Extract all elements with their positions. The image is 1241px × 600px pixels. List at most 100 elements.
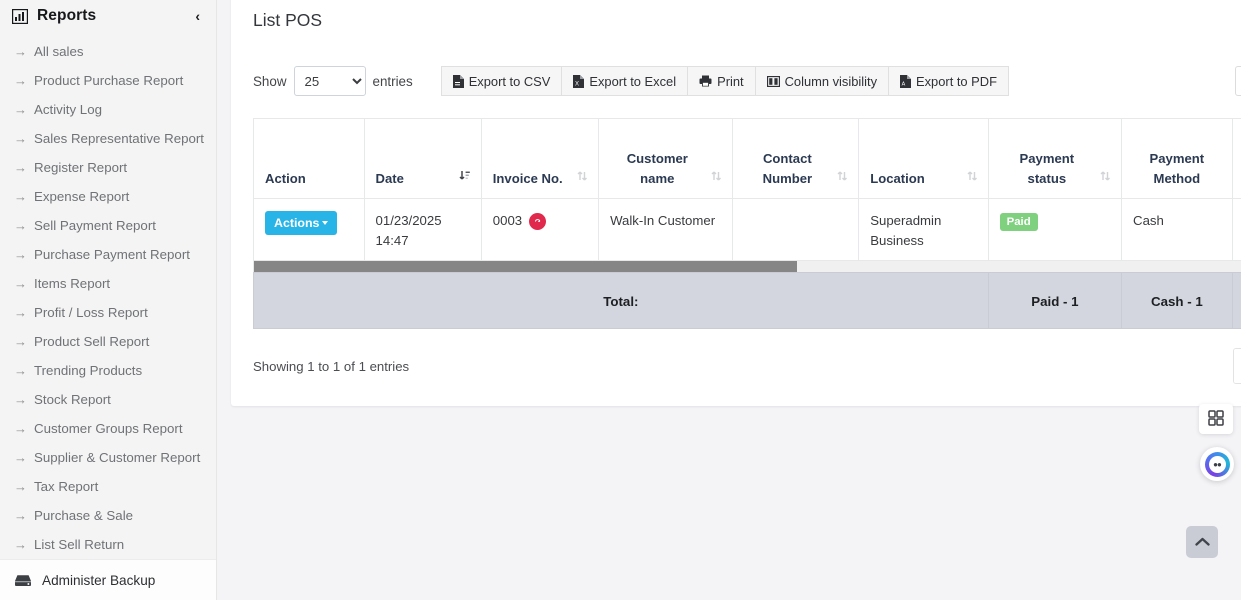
table-row[interactable]: Actions 01/23/2025 14:47 0003 Walk-In Cu… [253, 198, 1241, 261]
sidebar-item-supplier-customer-report[interactable]: → Supplier & Customer Report [0, 443, 216, 472]
sidebar-header: Reports ‹ [0, 0, 216, 34]
horizontal-scrollbar[interactable] [253, 261, 1241, 272]
list-pos-card: List POS + Add Show 25 50 100 All entrie… [231, 0, 1241, 406]
column-visibility-button[interactable]: Column visibility [754, 66, 889, 96]
cell-payment-status: Paid [987, 198, 1123, 261]
column-header-location[interactable]: Location [858, 118, 989, 199]
sidebar-item-purchase-sale[interactable]: → Purchase & Sale [0, 501, 216, 530]
file-excel-icon: X [573, 74, 585, 88]
cell-invoice-no: 0003 [480, 198, 600, 261]
column-header-invoice-no[interactable]: Invoice No. [480, 118, 600, 199]
export-csv-button[interactable]: Export to CSV [440, 66, 562, 96]
invoice-no-text: 0003 [492, 213, 523, 228]
sidebar-item-label: Sales Representative Report [34, 131, 204, 146]
column-header-total-amount[interactable]: Total amount [1231, 118, 1241, 199]
column-header-customer-name[interactable]: Customer name [598, 118, 733, 199]
sort-icon [967, 168, 977, 188]
column-label: Date [375, 171, 404, 186]
scrollbar-thumb[interactable] [254, 261, 797, 272]
total-payment-method: Cash - 1 [1121, 272, 1233, 329]
sidebar-item-customer-groups-report[interactable]: → Customer Groups Report [0, 414, 216, 443]
sidebar-item-profit-loss-report[interactable]: → Profit / Loss Report [0, 298, 216, 327]
entries-label: entries [372, 73, 413, 89]
sidebar-item-trending-products[interactable]: → Trending Products [0, 356, 216, 385]
sidebar-item-all-sales[interactable]: → All sales [0, 37, 216, 66]
sidebar-item-stock-report[interactable]: → Stock Report [0, 385, 216, 414]
sidebar-item-label: Expense Report [34, 189, 130, 204]
sidebar-item-tax-report[interactable]: → Tax Report [0, 472, 216, 501]
sidebar-item-administer-backup[interactable]: Administer Backup [0, 559, 216, 600]
grid-apps-icon [1208, 409, 1224, 429]
sidebar-item-purchase-payment-report[interactable]: → Purchase Payment Report [0, 240, 216, 269]
cell-customer-name: Walk-In Customer [598, 198, 733, 261]
export-button-group: Export to CSV X Export to Excel Print Co… [440, 66, 1009, 96]
table-footer-scroll: Total: Paid - 1 Cash - 1 Rs 12.50 Rs 12.… [253, 272, 1241, 329]
cell-location: Superadmin Business [858, 198, 989, 261]
apps-grid-button[interactable] [1199, 404, 1233, 434]
print-button[interactable]: Print [687, 66, 755, 96]
sidebar-item-sales-representative-report[interactable]: → Sales Representative Report [0, 124, 216, 153]
sidebar-item-product-purchase-report[interactable]: → Product Purchase Report [0, 66, 216, 95]
svg-text:A: A [902, 81, 906, 87]
scroll-to-top-button[interactable] [1186, 526, 1218, 558]
caret-down-icon [322, 220, 329, 225]
column-label: Customer name [626, 151, 688, 186]
arrow-right-icon: → [14, 479, 27, 494]
page-length-control: Show 25 50 100 All entries [253, 66, 413, 96]
showing-entries-text: Showing 1 to 1 of 1 entries [253, 358, 410, 374]
column-header-action[interactable]: Action [253, 118, 365, 199]
arrow-right-icon: → [14, 102, 27, 117]
arrow-right-icon: → [14, 44, 27, 59]
chevron-left-icon[interactable]: ‹ [195, 9, 204, 23]
arrow-right-icon: → [14, 392, 27, 407]
column-header-contact-number[interactable]: Contact Number [731, 118, 860, 199]
pagination-previous[interactable]: Previous [1234, 349, 1241, 383]
sidebar-item-sell-payment-report[interactable]: → Sell Payment Report [0, 211, 216, 240]
column-header-payment-status[interactable]: Payment status [987, 118, 1123, 199]
search-input[interactable] [1235, 66, 1241, 96]
sidebar-item-label: Product Sell Report [34, 334, 150, 349]
arrow-right-icon: → [14, 363, 27, 378]
sidebar-item-label: Sell Payment Report [34, 218, 156, 233]
pdf-badge-icon[interactable] [529, 212, 547, 230]
sidebar-item-list-sell-return[interactable]: → List Sell Return [0, 530, 216, 559]
main-content: List POS + Add Show 25 50 100 All entrie… [217, 0, 1241, 600]
arrow-right-icon: → [14, 73, 27, 88]
chat-face-icon: ●● [1208, 455, 1226, 473]
row-actions-button[interactable]: Actions [265, 211, 338, 235]
chevron-up-icon [1194, 534, 1210, 550]
cell-action: Actions [253, 198, 365, 261]
card-header: List POS + Add [253, 0, 1241, 38]
export-excel-button[interactable]: X Export to Excel [561, 66, 688, 96]
table-header-row: Action Date Invoice No. Customer name Co… [253, 118, 1241, 199]
arrow-right-icon: → [14, 537, 27, 552]
file-csv-icon [452, 74, 464, 88]
sidebar-item-product-sell-report[interactable]: → Product Sell Report [0, 327, 216, 356]
arrow-right-icon: → [14, 131, 27, 146]
sidebar-footer-label: Administer Backup [42, 573, 156, 588]
chat-widget-button[interactable]: ●● [1200, 447, 1234, 481]
column-label: Action [265, 171, 306, 186]
sidebar-item-label: Tax Report [34, 479, 99, 494]
sidebar-item-activity-log[interactable]: → Activity Log [0, 95, 216, 124]
sidebar-menu: → All sales → Product Purchase Report → Act… [0, 34, 216, 559]
sidebar-item-register-report[interactable]: → Register Report [0, 153, 216, 182]
column-label: Invoice No. [492, 171, 563, 186]
sort-icon [1100, 168, 1111, 188]
sidebar-item-label: Register Report [34, 160, 128, 175]
printer-icon [699, 75, 712, 87]
arrow-right-icon: → [14, 218, 27, 233]
column-label: Location [870, 171, 925, 186]
column-header-date[interactable]: Date [363, 118, 482, 199]
table-footer-row: Total: Paid - 1 Cash - 1 Rs 12.50 Rs 12.… [253, 272, 1241, 329]
sidebar-item-label: Items Report [34, 276, 111, 291]
page-length-select[interactable]: 25 50 100 All [293, 66, 366, 96]
total-payment-status: Paid - 1 [987, 272, 1123, 329]
sidebar-item-expense-report[interactable]: → Expense Report [0, 182, 216, 211]
export-excel-label: Export to Excel [589, 73, 677, 89]
cell-date: 01/23/2025 14:47 [363, 198, 482, 261]
column-header-payment-method[interactable]: Payment Method [1121, 118, 1233, 199]
export-pdf-button[interactable]: A Export to PDF [888, 66, 1009, 96]
sidebar-item-items-report[interactable]: → Items Report [0, 269, 216, 298]
sidebar-item-label: Activity Log [34, 102, 102, 117]
